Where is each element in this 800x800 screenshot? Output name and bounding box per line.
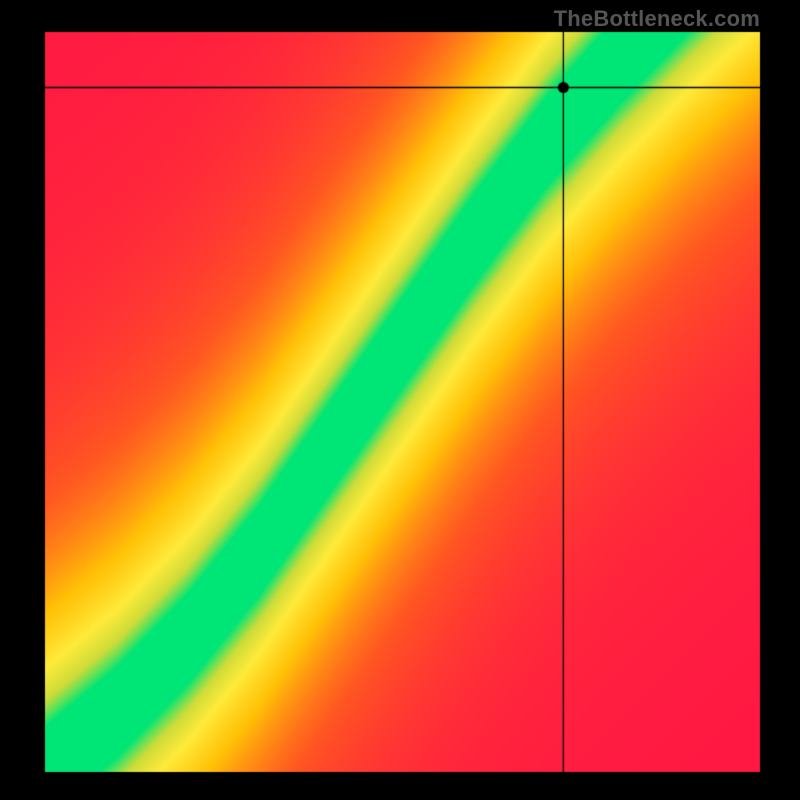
watermark-text: TheBottleneck.com — [554, 6, 760, 32]
heatmap-canvas — [0, 0, 800, 800]
chart-stage: TheBottleneck.com — [0, 0, 800, 800]
